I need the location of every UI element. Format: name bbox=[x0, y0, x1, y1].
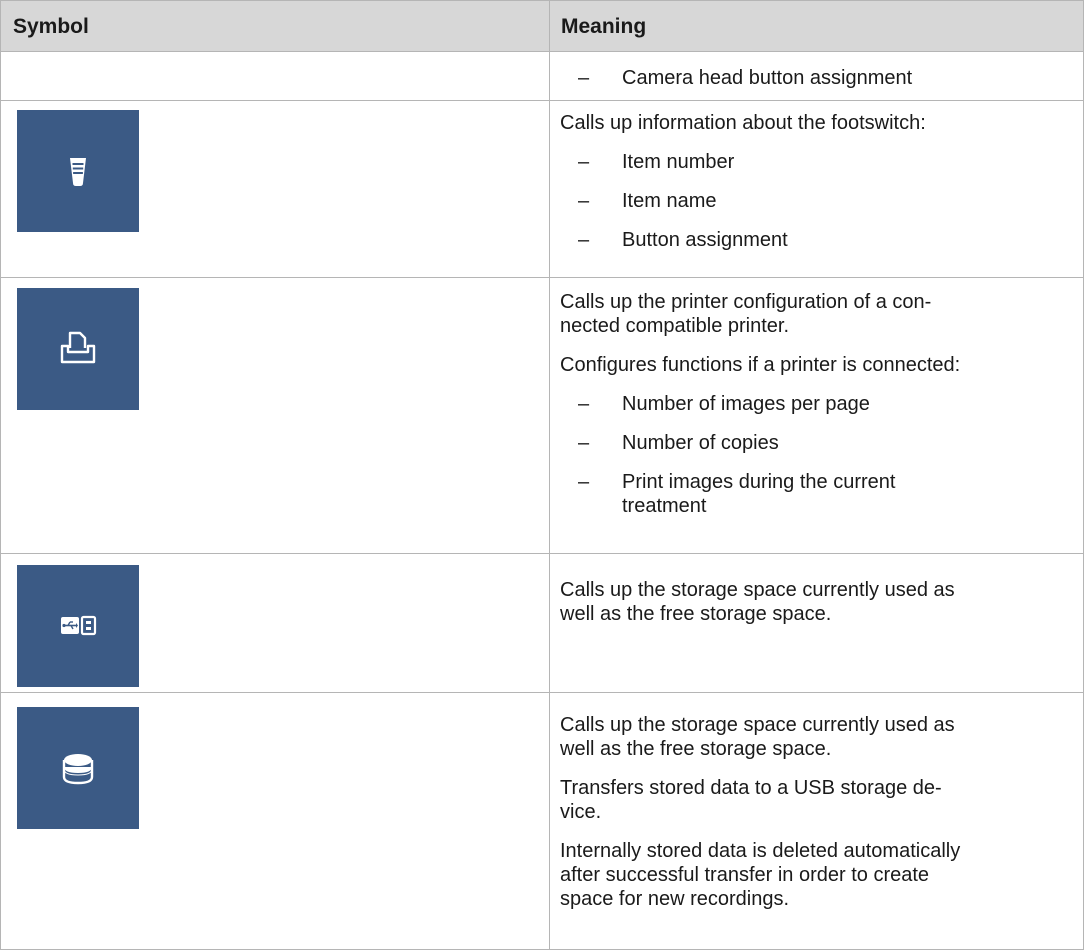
meaning-text: Internally stored data is deleted automa… bbox=[560, 840, 961, 910]
meaning-text: Calls up the printer configuration of a … bbox=[560, 291, 932, 337]
list-item-text: Camera head button assignment bbox=[622, 67, 913, 89]
list-item-text: Item number bbox=[622, 151, 735, 173]
table-row: Calls up the storage space currently use… bbox=[560, 713, 1070, 911]
meaning-text: Calls up the storage space currently use… bbox=[560, 714, 955, 760]
meaning-text: Calls up information about the footswitc… bbox=[560, 112, 926, 134]
bullet-dash: – bbox=[578, 190, 590, 212]
internal-storage-icon bbox=[17, 707, 139, 829]
usb-storage-icon bbox=[17, 565, 139, 687]
list-item: – Button assignment bbox=[560, 228, 1070, 252]
column-divider bbox=[549, 0, 550, 950]
list-item: – Camera head button assignment bbox=[560, 66, 1070, 90]
footswitch-info-icon bbox=[17, 110, 139, 232]
list-item-text: Number of copies bbox=[622, 432, 779, 454]
row-divider bbox=[1, 692, 1083, 693]
symbol-table: Symbol Meaning – Camera head button assi… bbox=[0, 0, 1084, 950]
bullet-dash: – bbox=[578, 67, 590, 89]
list-item: – Number of images per page bbox=[560, 392, 1070, 416]
meaning-column-header: Meaning bbox=[561, 15, 647, 38]
bullet-dash: – bbox=[578, 229, 590, 251]
table-row: Calls up the printer configuration of a … bbox=[560, 290, 1070, 518]
row-divider bbox=[1, 277, 1083, 278]
table-row: Calls up information about the footswitc… bbox=[560, 111, 1070, 252]
symbol-column-header: Symbol bbox=[13, 15, 89, 38]
meaning-text: Transfers stored data to a USB storage d… bbox=[560, 777, 942, 823]
list-item: – Item number bbox=[560, 150, 1070, 174]
bullet-dash: – bbox=[578, 432, 590, 454]
list-item-text: Number of images per page bbox=[622, 393, 870, 415]
row-divider bbox=[1, 100, 1083, 101]
list-item-text: Print images during the current treatmen… bbox=[622, 471, 896, 517]
bullet-dash: – bbox=[578, 151, 590, 173]
list-item-text: Button assignment bbox=[622, 229, 788, 251]
table-row: – Camera head button assignment bbox=[560, 66, 1070, 90]
bullet-dash: – bbox=[578, 393, 590, 415]
table-row: Calls up the storage space currently use… bbox=[560, 578, 1070, 626]
meaning-text: Calls up the storage space currently use… bbox=[560, 579, 955, 625]
meaning-text: Configures functions if a printer is con… bbox=[560, 354, 961, 376]
list-item: – Item name bbox=[560, 189, 1070, 213]
row-divider bbox=[1, 553, 1083, 554]
printer-icon bbox=[17, 288, 139, 410]
list-item-text: Item name bbox=[622, 190, 717, 212]
table-header: Symbol Meaning bbox=[1, 0, 1083, 52]
bullet-dash: – bbox=[578, 471, 590, 493]
list-item: – Number of copies bbox=[560, 431, 1070, 455]
list-item: – Print images during the current treatm… bbox=[560, 470, 1070, 518]
